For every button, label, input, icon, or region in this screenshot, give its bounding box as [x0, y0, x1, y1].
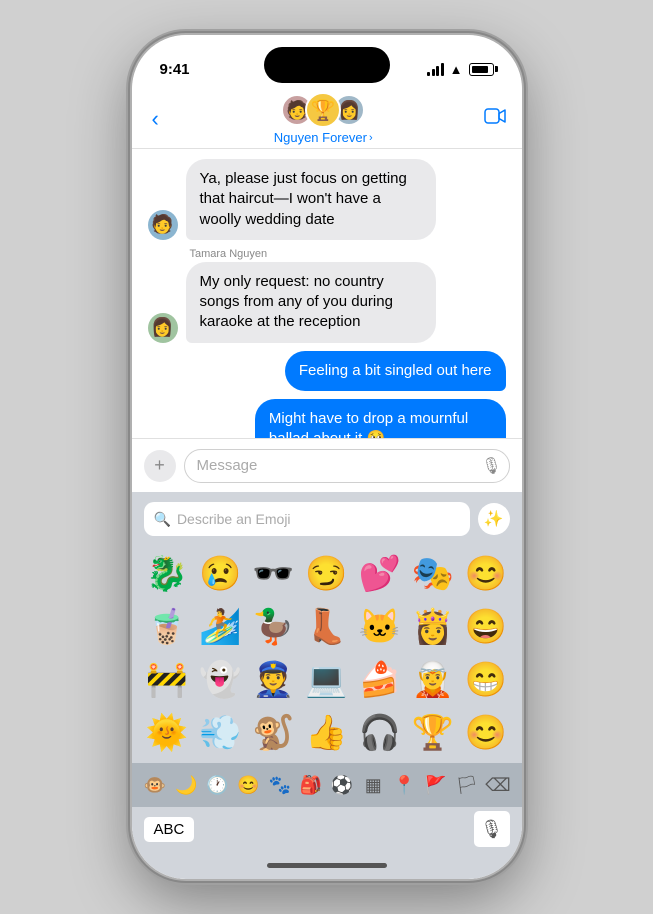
chevron-right-icon: › — [369, 132, 373, 144]
keyboard-toolbar: 🐵 🌙 🕐 😊 🐾 🎒 ⚽ ▦ 📍 🚩 🏳 ⌫ — [132, 763, 522, 807]
list-item[interactable]: 👍 — [301, 708, 352, 759]
list-item[interactable]: 😊 — [460, 708, 511, 759]
list-item[interactable]: 🚧 — [142, 655, 193, 706]
list-item[interactable]: 🕶️ — [248, 548, 299, 599]
avatar: 👩 — [148, 313, 178, 343]
list-item[interactable]: 😊 — [460, 548, 511, 599]
message-content: Tamara Nguyen My only request: no countr… — [186, 248, 437, 343]
toolbar-recent[interactable]: 🏳 — [451, 769, 482, 801]
emoji-grid: 🐉 😢 🕶️ 😏 💕 🎭 😊 🧋 🏄 🦆 👢 🐱 👸 😄 🚧 👻 👮 💻 — [132, 544, 522, 763]
wifi-icon: ▲ — [450, 62, 463, 77]
list-item[interactable]: 🏆 — [407, 708, 458, 759]
list-item[interactable]: 🐒 — [248, 708, 299, 759]
list-item[interactable]: 🎭 — [407, 548, 458, 599]
message-content: Ya, please just focus on getting that ha… — [186, 159, 437, 240]
toolbar-flag[interactable]: 🚩 — [420, 769, 451, 801]
list-item[interactable]: 😄 — [460, 602, 511, 653]
toolbar-ball[interactable]: ⚽ — [327, 769, 358, 801]
nav-bar: ‹ 🧑 🏆 👩 Nguyen Fo — [132, 89, 522, 149]
list-item[interactable]: 💨 — [195, 708, 246, 759]
sender-name: Tamara Nguyen — [190, 248, 437, 260]
group-name[interactable]: Nguyen Forever › — [274, 130, 373, 145]
screen: 9:41 ▲ ‹ — [132, 35, 522, 879]
list-item[interactable]: 💕 — [354, 548, 405, 599]
list-item[interactable]: 🐉 — [142, 548, 193, 599]
toolbar-smiley[interactable]: 😊 — [233, 769, 264, 801]
table-row: Feeling a bit singled out here — [148, 351, 506, 391]
list-item[interactable]: 🌞 — [142, 708, 193, 759]
message-input[interactable]: Message — [184, 449, 510, 483]
toolbar-paw[interactable]: 🐾 — [264, 769, 295, 801]
emoji-gen-button[interactable]: ✨ — [478, 503, 510, 535]
list-item[interactable]: 💻 — [301, 655, 352, 706]
message-bubble: Might have to drop a mournful ballad abo… — [255, 399, 506, 439]
list-item[interactable]: 🐱 — [354, 602, 405, 653]
list-item[interactable]: 👻 — [195, 655, 246, 706]
emoji-search-input[interactable]: 🔍 Describe an Emoji — [144, 502, 470, 536]
messages-area: 🧑 Ya, please just focus on getting that … — [132, 149, 522, 438]
toolbar-emoji-face[interactable]: 🐵 — [140, 769, 171, 801]
message-input-wrapper: Message 🎙 — [184, 449, 510, 483]
list-item[interactable]: 🧋 — [142, 602, 193, 653]
list-item[interactable]: 😁 — [460, 655, 511, 706]
avatar: 🧑 — [148, 210, 178, 240]
mic-keyboard-button[interactable]: 🎙 — [474, 811, 510, 847]
nav-center: 🧑 🏆 👩 Nguyen Forever › — [274, 92, 373, 145]
list-item[interactable]: 🏄 — [195, 602, 246, 653]
back-button[interactable]: ‹ — [148, 102, 163, 136]
delete-key[interactable]: ⌫ — [482, 769, 513, 801]
emoji-keyboard: 🔍 Describe an Emoji ✨ 🐉 😢 🕶️ 😏 💕 🎭 😊 🧋 🏄… — [132, 492, 522, 851]
toolbar-grid[interactable]: ▦ — [358, 769, 389, 801]
abc-button[interactable]: ABC — [144, 817, 195, 842]
table-row: Might have to drop a mournful ballad abo… — [148, 399, 506, 439]
message-bubble: Ya, please just focus on getting that ha… — [186, 159, 437, 240]
mic-icon[interactable]: 🎙 — [481, 456, 501, 476]
list-item[interactable]: 👢 — [301, 602, 352, 653]
keyboard-bottom-row: ABC 🎙 — [132, 807, 522, 851]
list-item[interactable]: 👸 — [407, 602, 458, 653]
video-call-button[interactable] — [484, 107, 506, 130]
list-item[interactable]: 🍰 — [354, 655, 405, 706]
message-bubble: Feeling a bit singled out here — [285, 351, 506, 391]
add-button[interactable]: + — [144, 450, 176, 482]
table-row: 👩 Tamara Nguyen My only request: no coun… — [148, 248, 506, 343]
list-item[interactable]: 🎧 — [354, 708, 405, 759]
list-item[interactable]: 😢 — [195, 548, 246, 599]
toolbar-pin[interactable]: 📍 — [389, 769, 420, 801]
list-item[interactable]: 👮 — [248, 655, 299, 706]
list-item[interactable]: 🧝 — [407, 655, 458, 706]
toolbar-bag[interactable]: 🎒 — [295, 769, 326, 801]
battery-icon — [469, 63, 494, 76]
avatar-trophy: 🏆 — [305, 92, 341, 128]
table-row: 🧑 Ya, please just focus on getting that … — [148, 159, 506, 240]
phone-frame: 9:41 ▲ ‹ — [132, 35, 522, 879]
list-item[interactable]: 🦆 — [248, 602, 299, 653]
message-content: Feeling a bit singled out here — [285, 351, 506, 391]
toolbar-clock[interactable]: 🕐 — [202, 769, 233, 801]
emoji-search-bar: 🔍 Describe an Emoji ✨ — [132, 492, 522, 544]
list-item[interactable]: 😏 — [301, 548, 352, 599]
dynamic-island — [264, 47, 390, 83]
message-content: Might have to drop a mournful ballad abo… — [255, 399, 506, 439]
group-avatars: 🧑 🏆 👩 — [281, 92, 365, 128]
message-bubble: My only request: no country songs from a… — [186, 262, 437, 343]
home-indicator — [132, 851, 522, 879]
signal-bars-icon — [427, 63, 444, 76]
home-bar — [267, 863, 387, 868]
status-icons: ▲ — [427, 62, 493, 77]
status-time: 9:41 — [160, 61, 190, 78]
toolbar-moon[interactable]: 🌙 — [171, 769, 202, 801]
battery-fill — [472, 66, 488, 73]
input-bar: + Message 🎙 — [132, 438, 522, 492]
search-icon: 🔍 — [154, 511, 171, 528]
